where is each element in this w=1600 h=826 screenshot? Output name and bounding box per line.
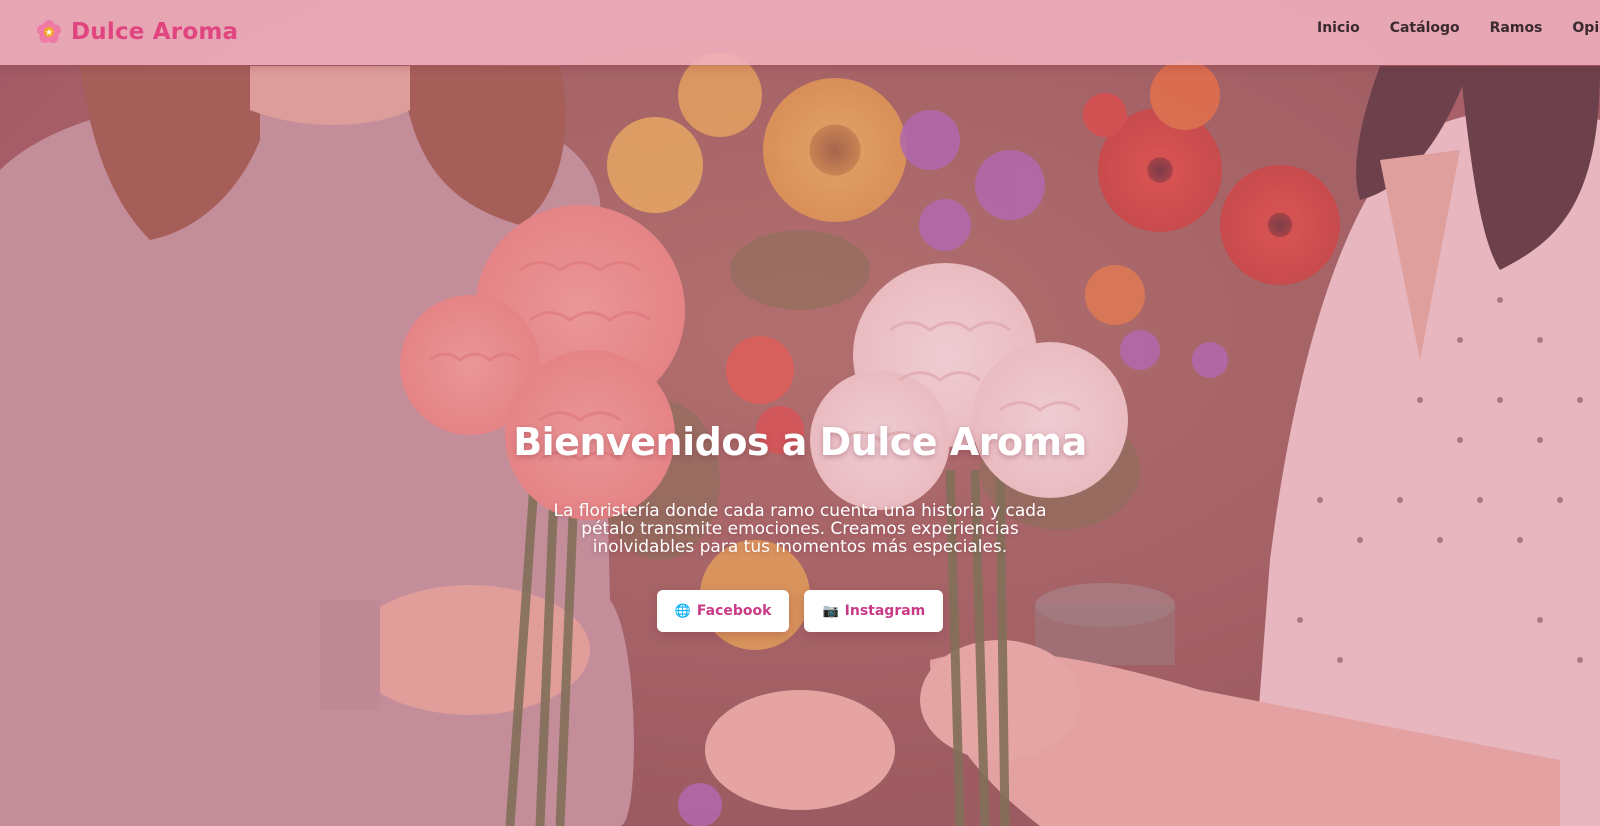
flower-icon <box>36 19 62 45</box>
camera-icon: 📷 <box>822 603 839 619</box>
hero-section: Bienvenidos a Dulce Aroma La floristería… <box>0 420 1600 632</box>
page: Dulce Aroma Inicio Catálogo Ramos Opinio… <box>0 0 1600 826</box>
social-buttons: 🌐 Facebook 📷 Instagram <box>0 590 1600 632</box>
brand-name: Dulce Aroma <box>71 19 239 45</box>
facebook-button-label: Facebook <box>696 603 772 619</box>
globe-icon: 🌐 <box>674 603 691 619</box>
hero-subtitle: La floristería donde cada ramo cuenta un… <box>553 501 1047 557</box>
nav-links: Inicio Catálogo Ramos Opinio <box>1317 20 1600 36</box>
facebook-button[interactable]: 🌐 Facebook <box>656 590 790 632</box>
nav-link-opiniones[interactable]: Opinio <box>1572 20 1600 36</box>
instagram-button[interactable]: 📷 Instagram <box>804 590 944 632</box>
nav-link-catalogo[interactable]: Catálogo <box>1390 20 1460 36</box>
nav-link-inicio[interactable]: Inicio <box>1317 20 1360 36</box>
hero-overlay <box>0 0 1600 826</box>
nav-link-ramos[interactable]: Ramos <box>1490 20 1543 36</box>
navbar: Dulce Aroma Inicio Catálogo Ramos Opinio <box>0 0 1600 65</box>
instagram-button-label: Instagram <box>844 603 926 619</box>
hero-title: Bienvenidos a Dulce Aroma <box>513 420 1087 464</box>
brand-logo-link[interactable]: Dulce Aroma <box>36 14 238 50</box>
